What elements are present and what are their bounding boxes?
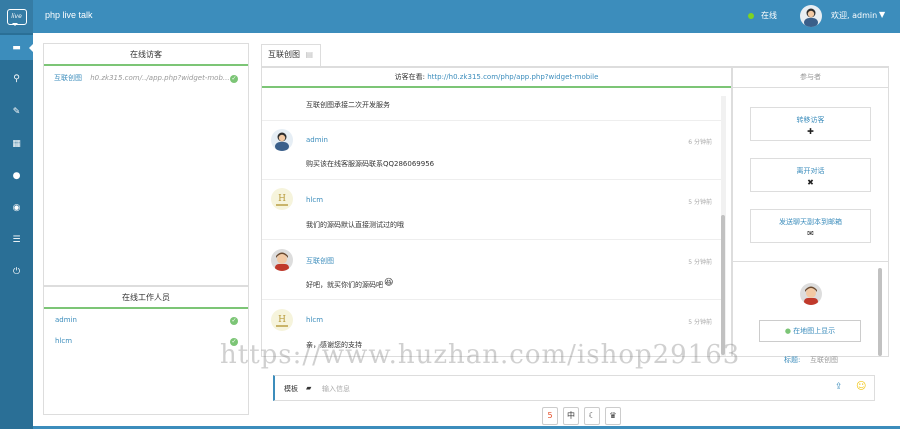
- left-nav: ▬ ⚲ ✎ ▦ ● ◉ ☰ ⏻: [0, 33, 34, 429]
- minimize-icon[interactable]: ▤: [306, 50, 314, 59]
- email-transcript-label: 发送聊天副本到邮箱: [779, 218, 842, 226]
- chat-message: 互联创图 5 分钟前 好吧，就买你们的源码吧 😆: [262, 240, 722, 300]
- show-on-map-button[interactable]: ● 在地图上显示: [759, 320, 861, 342]
- message-sender: admin: [306, 136, 328, 144]
- hlcm-avatar: H: [271, 309, 293, 331]
- nav-location-icon[interactable]: ⚲: [0, 66, 33, 91]
- svg-text:H: H: [278, 194, 286, 204]
- online-status-icon: [748, 13, 754, 19]
- nav-eye-icon[interactable]: ◉: [0, 195, 33, 220]
- visitor-avatar: [800, 283, 822, 305]
- app-title: php live talk: [45, 10, 93, 20]
- tab-visitor-chat[interactable]: 互联创图 ▤ ✖: [261, 44, 321, 79]
- nav-wrench-icon[interactable]: ✎: [0, 99, 33, 124]
- welcome-user[interactable]: 欢迎, admin: [831, 10, 877, 21]
- tab-label: 互联创图: [268, 50, 300, 59]
- email-transcript-button[interactable]: 发送聊天副本到邮箱 ✉: [750, 209, 871, 243]
- message-text: 购买该在线客服源码联系QQ286069956: [306, 160, 435, 168]
- nav-qrcode-icon[interactable]: ▦: [0, 131, 33, 156]
- user-avatar[interactable]: [800, 5, 822, 27]
- chat-scroll-thumb[interactable]: [721, 215, 725, 355]
- chat-message: 互联创图承接二次开发服务: [262, 90, 722, 121]
- chevron-down-icon[interactable]: ▼: [879, 10, 885, 19]
- envelope-icon: ✉: [807, 229, 814, 238]
- check-icon: ✓: [230, 317, 238, 325]
- message-time: 5 分钟前: [688, 259, 712, 266]
- divider: [733, 261, 888, 262]
- message-text: 我们的源码默认直接测试过的哦: [306, 221, 404, 229]
- detail-label: 标题:: [784, 356, 801, 364]
- visitor-name[interactable]: 互联创图: [54, 74, 82, 82]
- nav-info-icon[interactable]: ●: [0, 163, 33, 188]
- online-status-label[interactable]: 在线: [761, 10, 777, 21]
- visitors-panel-title: 在线访客: [44, 44, 248, 66]
- svg-text:H: H: [278, 315, 286, 325]
- check-icon: ✓: [230, 75, 238, 83]
- participants-title: 参与者: [733, 68, 888, 88]
- hlcm-avatar: H: [271, 188, 293, 210]
- message-input-bar: 模板 ▰ 输入信息 ⇪ ☺: [273, 375, 875, 401]
- message-text: 好吧，就买你们的源码吧: [306, 281, 383, 289]
- emoji-picker-icon[interactable]: ☺: [856, 381, 866, 392]
- visitors-panel: 在线访客 互联创图 h0.zk315.com/../app.php?widget…: [43, 43, 249, 286]
- chat-message: H hlcm 5 分钟前 我们的源码默认直接测试过的哦: [262, 180, 722, 240]
- watermark: https://www.huzhan.com/ishop29163: [220, 340, 741, 370]
- chat-area: 访客在看: http://h0.zk315.com/php/app.php?wi…: [261, 67, 732, 357]
- close-icon: ✖: [807, 178, 814, 187]
- tshirt-icon[interactable]: ♛: [605, 407, 621, 425]
- visitor-row[interactable]: 互联创图 h0.zk315.com/../app.php?widget-mob.…: [54, 73, 240, 87]
- leave-chat-label: 离开对话: [796, 167, 825, 175]
- chat-message: admin 6 分钟前 购买该在线客服源码联系QQ286069956: [262, 121, 722, 180]
- chinese-lang-icon[interactable]: 中: [563, 407, 579, 425]
- folder-icon[interactable]: ▰: [306, 384, 311, 392]
- side-scroll-thumb[interactable]: [878, 268, 882, 356]
- chat-bubble-logo-icon: live: [6, 8, 27, 26]
- chat-header: 访客在看: http://h0.zk315.com/php/app.php?wi…: [262, 68, 731, 88]
- show-on-map-label: 在地图上显示: [793, 327, 836, 335]
- transfer-visitor-button[interactable]: 转移访客 ✚: [750, 107, 871, 141]
- staff-item-hlcm[interactable]: hlcm: [55, 337, 72, 345]
- nav-list-icon[interactable]: ☰: [0, 227, 33, 252]
- message-sender: 互联创图: [306, 257, 334, 265]
- upload-icon[interactable]: ⇪: [835, 382, 843, 392]
- visitor-avatar: [271, 249, 293, 271]
- moon-icon[interactable]: ☾: [584, 407, 600, 425]
- detail-value: 互联创图: [810, 356, 838, 364]
- template-label[interactable]: 模板: [284, 384, 298, 394]
- nav-power-icon[interactable]: ⏻: [0, 259, 33, 284]
- plus-icon: ✚: [807, 127, 814, 136]
- html5-icon[interactable]: 5: [542, 407, 558, 425]
- visitor-url: h0.zk315.com/../app.php?widget-mob...: [90, 74, 230, 82]
- message-sender: hlcm: [306, 316, 324, 324]
- staff-panel-title: 在线工作人员: [44, 287, 248, 309]
- message-sender: hlcm: [306, 196, 324, 204]
- message-time: 5 分钟前: [688, 319, 712, 326]
- visitor-viewing-label: 访客在看:: [394, 73, 425, 81]
- leave-chat-button[interactable]: 离开对话 ✖: [750, 158, 871, 192]
- nav-chat-icon[interactable]: ▬: [0, 35, 34, 60]
- app-logo[interactable]: live: [0, 0, 33, 33]
- message-time: 6 分钟前: [688, 139, 712, 146]
- participants-panel: 参与者 转移访客 ✚ 离开对话 ✖ 发送聊天副本到邮箱 ✉ ● 在地图上显示 标…: [732, 67, 889, 364]
- top-bar: live php live talk 在线 欢迎, admin ▼: [0, 0, 900, 33]
- message-text: 互联创图承接二次开发服务: [306, 101, 390, 109]
- map-marker-icon: ●: [784, 327, 791, 335]
- visitor-viewing-url[interactable]: http://h0.zk315.com/php/app.php?widget-m…: [427, 73, 598, 81]
- staff-panel: 在线工作人员 admin ✓ hlcm ✓: [43, 286, 249, 415]
- message-time: 5 分钟前: [688, 199, 712, 206]
- message-input[interactable]: 输入信息: [322, 384, 350, 394]
- staff-item-admin[interactable]: admin: [55, 316, 77, 324]
- transfer-visitor-label: 转移访客: [796, 116, 825, 124]
- emoji-icon: 😆: [384, 278, 394, 288]
- admin-avatar: [271, 129, 293, 151]
